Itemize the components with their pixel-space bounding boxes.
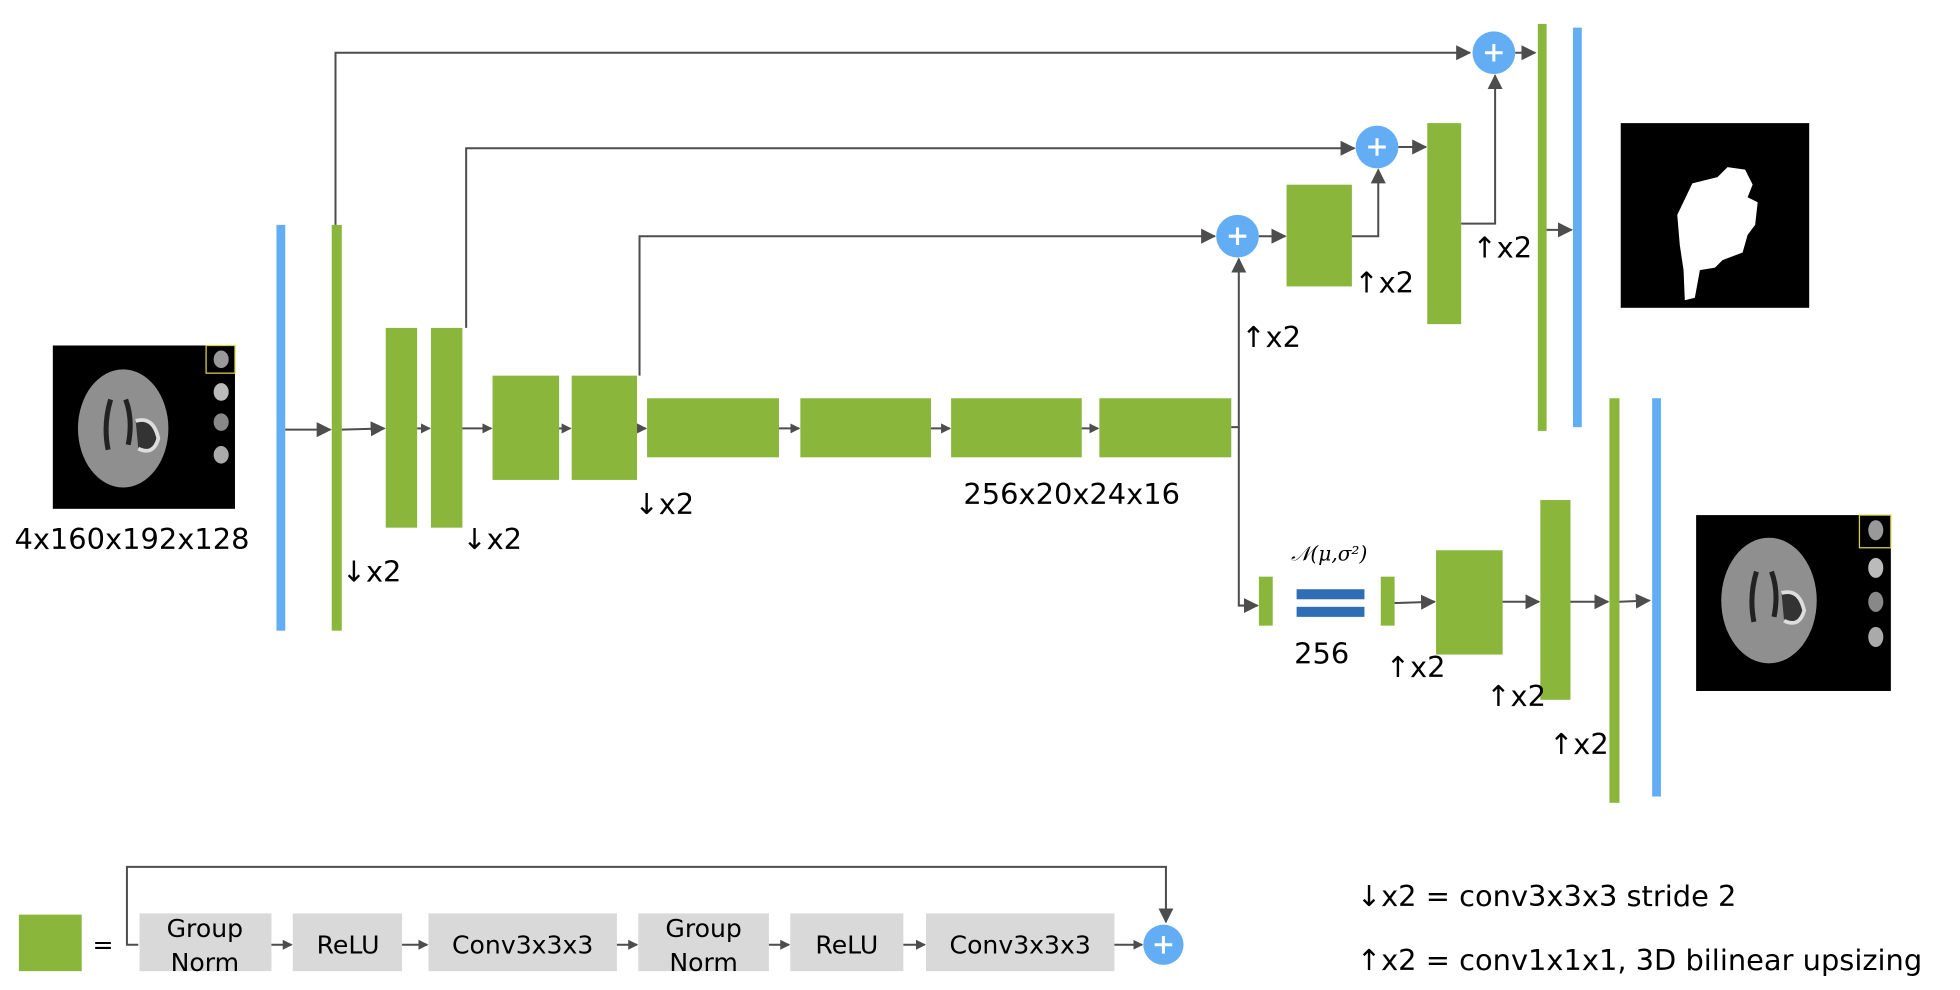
vae-block-3	[1540, 500, 1571, 700]
segmentation-output-map	[1572, 27, 1582, 428]
downsample-label: ↓x2	[342, 555, 402, 589]
legend-equals: =	[93, 931, 114, 960]
op-label: Group	[167, 914, 243, 943]
vae-reduce-block	[1258, 576, 1273, 626]
block-legend: = Group Norm ReLU Conv3x3x3 Group Norm R…	[18, 865, 1184, 977]
add-node	[1216, 214, 1259, 258]
input-mri-image	[52, 344, 236, 509]
decoder-block-2	[1427, 123, 1462, 325]
latent-mean-bar	[1296, 589, 1365, 600]
latent-variance-bar	[1296, 606, 1365, 617]
input-feature-map	[276, 224, 286, 631]
encoder-block-1	[331, 224, 342, 631]
decoder-block-1	[1286, 184, 1352, 287]
upsample-label: ↑x2	[1472, 231, 1532, 265]
upsample-label: ↑x2	[1241, 320, 1301, 354]
downsample-label: ↓x2	[635, 487, 695, 521]
bottleneck-shape-label: 256x20x24x16	[963, 477, 1180, 511]
op-label: ReLU	[815, 931, 878, 960]
add-node	[1472, 31, 1516, 75]
encoder-block-4d	[1099, 398, 1232, 458]
add-node	[1143, 924, 1184, 965]
reconstruction-output-map	[1652, 398, 1661, 797]
add-node	[1355, 125, 1399, 169]
op-label: Norm	[171, 948, 240, 977]
legend-block-swatch	[18, 914, 82, 972]
vae-block-4	[1609, 398, 1620, 803]
op-label: ReLU	[317, 931, 380, 960]
op-label: Conv3x3x3	[452, 931, 593, 960]
vae-block-1	[1380, 576, 1395, 626]
input-shape-label: 4x160x192x128	[14, 522, 249, 556]
downsample-label: ↓x2	[462, 522, 522, 556]
reconstructed-mri-image	[1696, 514, 1892, 691]
network-diagram: 4x160x192x128 ↓x2 ↓x2 ↓x2 256x20x24x16 ↑…	[14, 23, 1922, 977]
segmentation-mask-image	[1620, 123, 1810, 308]
latent-size-label: 256	[1294, 636, 1349, 670]
encoder-block-3b	[571, 375, 638, 480]
upsample-label: ↑x2	[1486, 679, 1546, 713]
distribution-label: 𝒩(μ,σ²)	[1291, 541, 1367, 565]
upsample-label: ↑x2	[1354, 266, 1414, 300]
decoder-block-3	[1537, 23, 1547, 431]
upsample-label: ↑x2	[1386, 650, 1446, 684]
upsample-definition: ↑x2 = conv1x1x1, 3D bilinear upsizing	[1357, 943, 1922, 977]
encoder-block-2b	[430, 327, 463, 528]
encoder-block-4a	[647, 398, 779, 458]
op-label: Norm	[669, 948, 738, 977]
encoder-block-2a	[385, 327, 418, 528]
encoder-block-4b	[800, 398, 932, 458]
op-label: Group	[665, 914, 741, 943]
downsample-definition: ↓x2 = conv3x3x3 stride 2	[1357, 879, 1737, 913]
upsample-label: ↑x2	[1549, 727, 1609, 761]
encoder-block-3a	[492, 375, 560, 480]
vae-block-2	[1436, 550, 1503, 655]
op-label: Conv3x3x3	[950, 931, 1091, 960]
encoder-block-4c	[951, 398, 1082, 458]
